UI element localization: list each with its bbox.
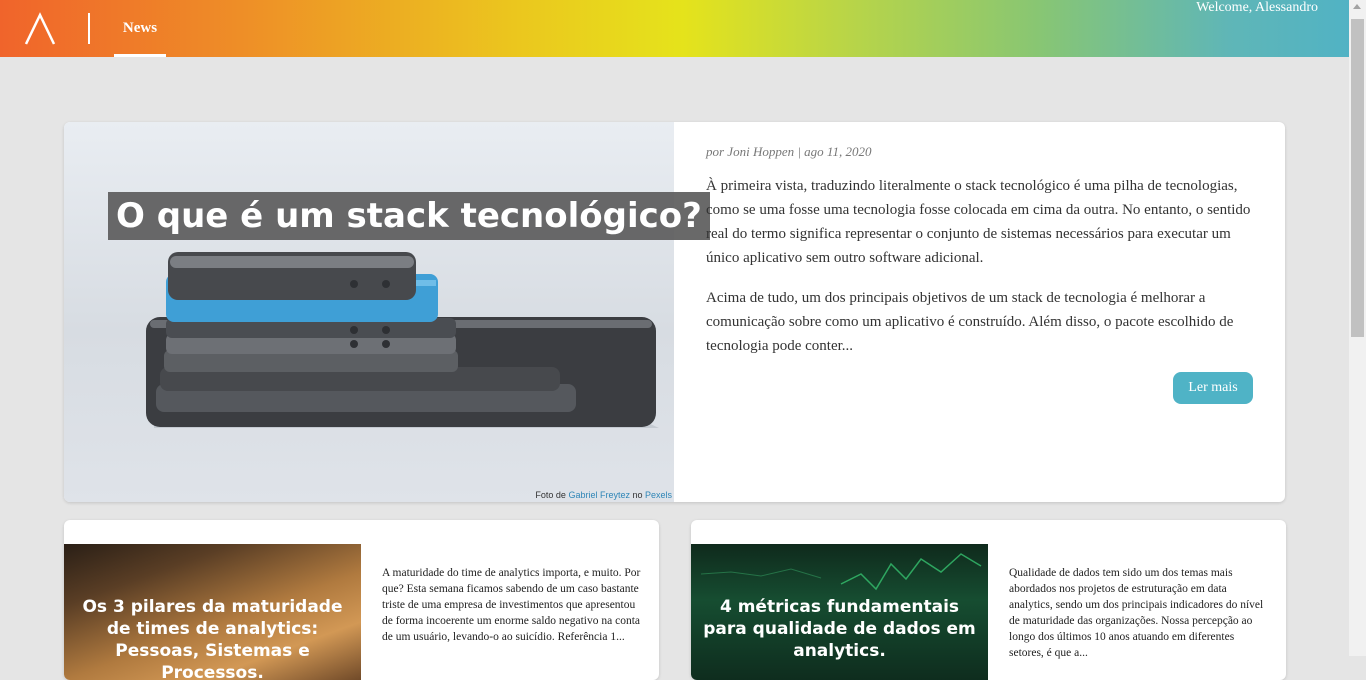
photo-credit-prefix: Foto de xyxy=(535,490,569,500)
featured-image-title: O que é um stack tecnológico? xyxy=(108,192,710,240)
scrollbar-thumb[interactable] xyxy=(1351,19,1364,337)
featured-article-image[interactable]: O que é um stack tecnológico? Foto de Ga… xyxy=(64,122,710,502)
page-scrollbar[interactable] xyxy=(1349,0,1366,656)
article-card-excerpt: A maturidade do time de analytics import… xyxy=(382,567,641,643)
article-paragraph-1: À primeira vista, traduzindo literalment… xyxy=(706,178,1251,266)
featured-article-card: O que é um stack tecnológico? Foto de Ga… xyxy=(64,122,1285,502)
article-paragraph-2: Acima de tudo, um dos principais objetiv… xyxy=(706,290,1234,354)
article-card-image[interactable]: 4 métricas fundamentais para qualidade d… xyxy=(691,544,988,680)
top-navigation-bar: News Welcome, Alessandro xyxy=(0,0,1366,57)
article-card-image-title: 4 métricas fundamentais para qualidade d… xyxy=(703,597,976,661)
nav-divider xyxy=(88,13,90,44)
article-card[interactable]: 4 métricas fundamentais para qualidade d… xyxy=(691,520,1286,680)
photo-site-link[interactable]: Pexels xyxy=(645,490,672,500)
photo-credit-mid: no xyxy=(629,490,645,500)
article-card[interactable]: Os 3 pilares da maturidade de times de a… xyxy=(64,520,659,680)
read-more-button[interactable]: Ler mais xyxy=(1173,372,1253,404)
logo-a-icon[interactable] xyxy=(22,12,58,46)
phone-stack-illustration xyxy=(146,252,659,428)
article-card-image[interactable]: Os 3 pilares da maturidade de times de a… xyxy=(64,544,361,680)
article-card-excerpt: Qualidade de dados tem sido um dos temas… xyxy=(1009,567,1264,659)
article-card-image-title: Os 3 pilares da maturidade de times de a… xyxy=(82,597,343,680)
article-byline: por Joni Hoppen | ago 11, 2020 xyxy=(706,144,872,159)
welcome-user-link[interactable]: Welcome, Alessandro xyxy=(1196,0,1318,57)
featured-article-body: por Joni Hoppen | ago 11, 2020 À primeir… xyxy=(706,144,1258,358)
scroll-up-arrow-icon[interactable] xyxy=(1353,4,1361,9)
nav-news-tab[interactable]: News xyxy=(114,0,166,57)
photo-author-link[interactable]: Gabriel Freytez xyxy=(568,490,630,500)
photo-credit: Foto de Gabriel Freytez no Pexels xyxy=(535,490,672,500)
